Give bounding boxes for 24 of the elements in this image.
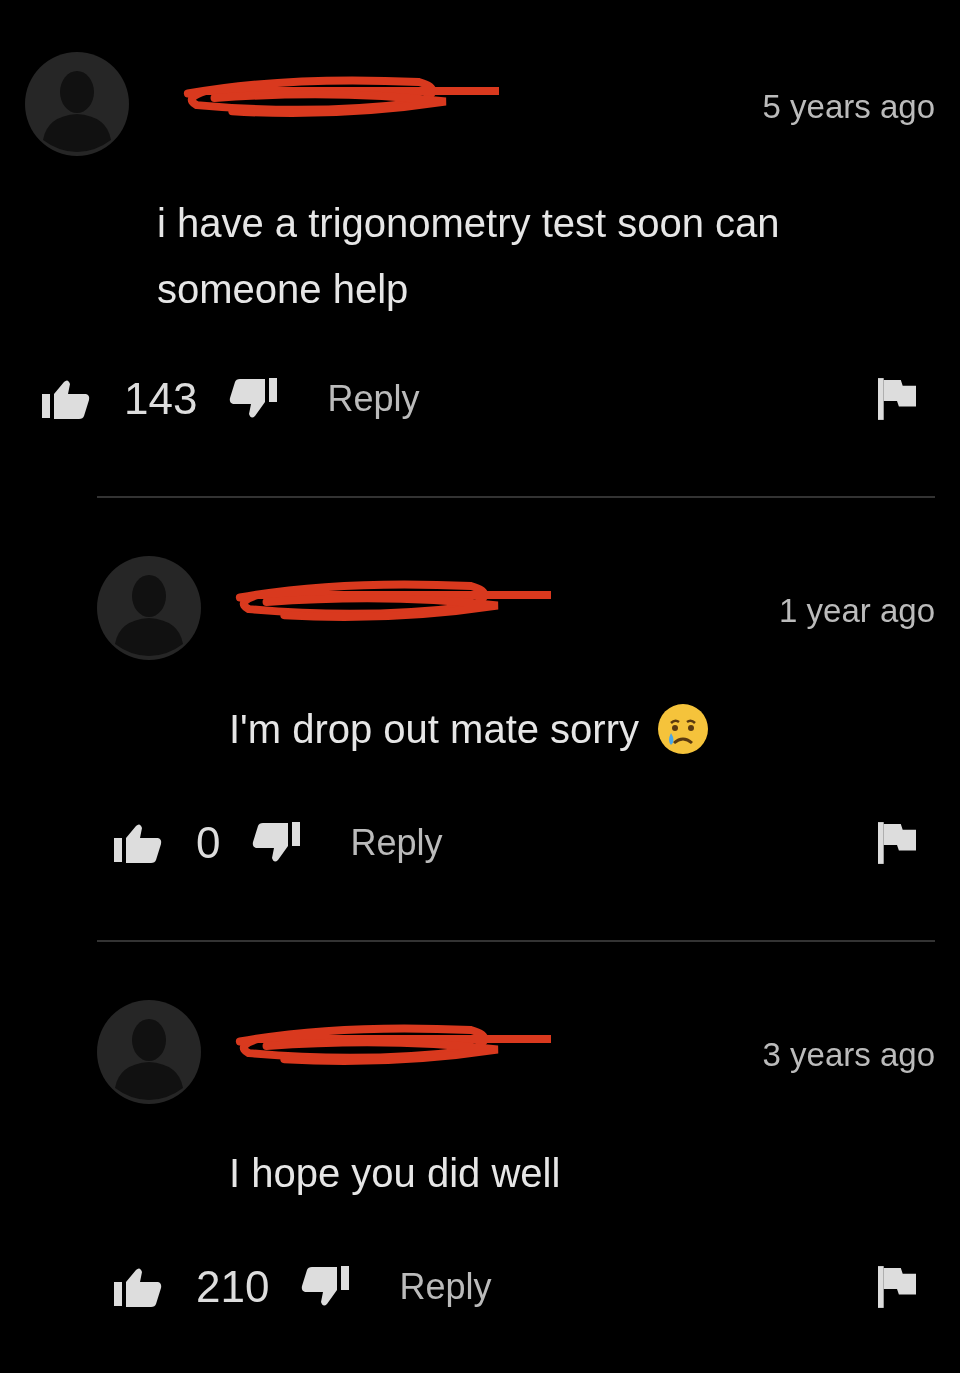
flag-icon[interactable]: [878, 378, 916, 420]
avatar-icon: [25, 52, 129, 156]
comment-text: i have a trigonometry test soon can someone help: [157, 200, 781, 313]
reply-button[interactable]: Reply: [399, 1266, 492, 1308]
avatar-icon: [97, 1000, 201, 1104]
comment-time: 3 years ago: [762, 1036, 935, 1074]
comment-time: 1 year ago: [779, 592, 935, 630]
like-count: 143: [124, 374, 198, 424]
thumbs-down-icon[interactable]: [229, 378, 278, 420]
thumbs-up-icon[interactable]: [42, 378, 90, 420]
flag-icon[interactable]: [878, 822, 916, 864]
comment-time: 5 years ago: [762, 88, 935, 126]
reply-button[interactable]: Reply: [327, 378, 420, 420]
like-count: 210: [196, 1262, 270, 1312]
reply-button[interactable]: Reply: [350, 822, 443, 864]
thumbs-up-icon[interactable]: [114, 1266, 162, 1308]
thumbs-down-icon[interactable]: [252, 822, 301, 864]
comment-text: I hope you did well: [229, 1150, 561, 1197]
like-count: 0: [196, 818, 221, 868]
flag-icon[interactable]: [878, 1266, 916, 1308]
comment-text: I'm drop out mate sorry: [229, 706, 639, 753]
avatar-icon: [97, 556, 201, 660]
thumbs-down-icon[interactable]: [301, 1266, 350, 1308]
thumbs-up-icon[interactable]: [114, 822, 162, 864]
